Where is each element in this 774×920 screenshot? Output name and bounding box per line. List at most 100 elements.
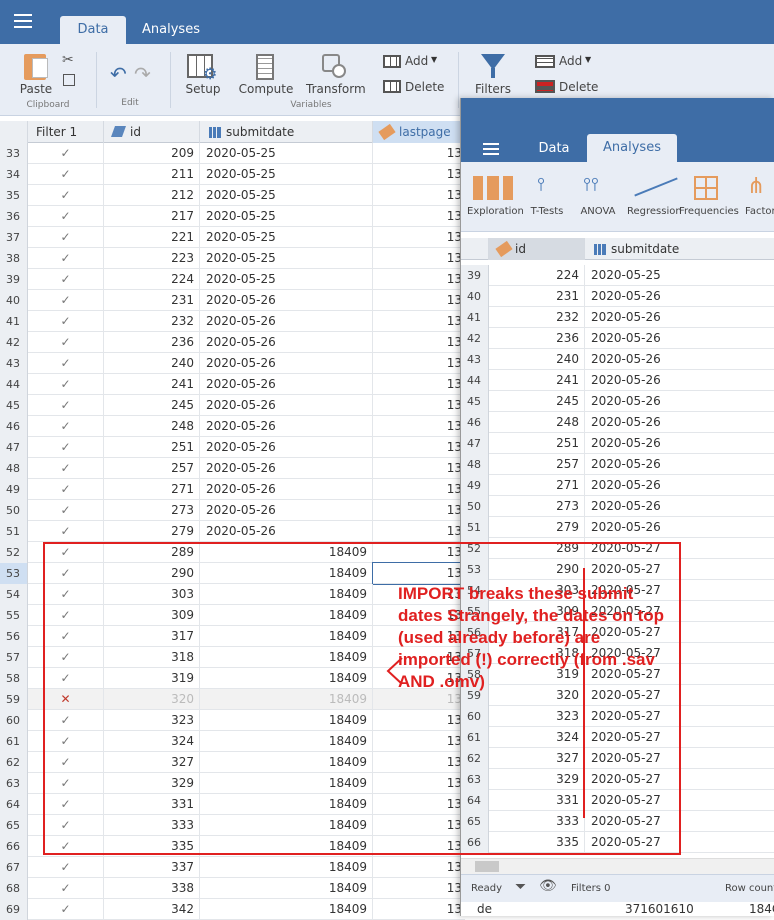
lastpage-cell[interactable]: 13	[373, 143, 465, 164]
paste-button[interactable]: Paste	[18, 82, 54, 96]
id-cell[interactable]: 236	[489, 328, 585, 349]
table-row[interactable]: 48 257 2020-05-26	[461, 454, 774, 475]
id-cell[interactable]: 236	[104, 332, 200, 353]
id-cell[interactable]: 232	[489, 307, 585, 328]
id-cell[interactable]: 279	[104, 521, 200, 542]
tab-data[interactable]: Data	[531, 136, 577, 162]
submitdate-cell[interactable]: 2020-05-26	[200, 332, 373, 353]
lastpage-cell[interactable]: 13	[373, 395, 465, 416]
filter-cell[interactable]: ✓	[28, 185, 104, 206]
submitdate-cell[interactable]: 2020-05-26	[585, 412, 774, 433]
table-row[interactable]: 37 ✓ 221 2020-05-25 13	[0, 227, 465, 248]
table-row[interactable]: 47 ✓ 251 2020-05-26 13	[0, 437, 465, 458]
filter-cell[interactable]: ✓	[28, 878, 104, 899]
filter-cell[interactable]: ✓	[28, 899, 104, 920]
delete-variable-button[interactable]: Delete	[405, 80, 445, 94]
id-cell[interactable]: 251	[104, 437, 200, 458]
table-row[interactable]: 43 240 2020-05-26	[461, 349, 774, 370]
id-cell[interactable]: 224	[489, 265, 585, 286]
submitdate-cell[interactable]: 2020-05-26	[585, 475, 774, 496]
cut-icon[interactable]: ✂	[62, 52, 74, 68]
column-header-filter[interactable]: Filter 1	[28, 121, 104, 143]
id-cell[interactable]: 245	[104, 395, 200, 416]
lastpage-cell[interactable]: 13	[373, 332, 465, 353]
table-row[interactable]: 47 251 2020-05-26	[461, 433, 774, 454]
add-row-button[interactable]: Add	[559, 54, 583, 68]
factor-label[interactable]: Factor	[745, 206, 774, 217]
frequencies-icon[interactable]	[694, 176, 718, 200]
menu-icon[interactable]	[483, 143, 499, 155]
submitdate-cell[interactable]: 18409	[200, 899, 373, 920]
submitdate-cell[interactable]: 2020-05-26	[585, 496, 774, 517]
submitdate-cell[interactable]: 18409	[200, 857, 373, 878]
submitdate-cell[interactable]: 2020-05-25	[200, 206, 373, 227]
filter-cell[interactable]: ✓	[28, 521, 104, 542]
table-row[interactable]: 50 ✓ 273 2020-05-26 13	[0, 500, 465, 521]
filter-cell[interactable]: ✓	[28, 416, 104, 437]
submitdate-cell[interactable]: 2020-05-25	[200, 185, 373, 206]
filter-cell[interactable]: ✓	[28, 248, 104, 269]
filter-cell[interactable]: ✓	[28, 269, 104, 290]
factor-icon[interactable]: ⋔	[747, 174, 765, 199]
filters-button[interactable]: Filters	[472, 82, 514, 96]
filter-cell[interactable]: ✓	[28, 143, 104, 164]
table-row[interactable]: 51 279 2020-05-26	[461, 517, 774, 538]
submitdate-cell[interactable]: 2020-05-26	[200, 395, 373, 416]
filter-cell[interactable]: ✓	[28, 857, 104, 878]
table-row[interactable]: 50 273 2020-05-26	[461, 496, 774, 517]
setup-button[interactable]: Setup	[182, 82, 224, 96]
table-row[interactable]: 33 ✓ 209 2020-05-25 13	[0, 143, 465, 164]
t-tests-icon[interactable]: ⫯	[537, 174, 557, 200]
tab-analyses[interactable]: Analyses	[587, 134, 677, 162]
compute-button[interactable]: Compute	[238, 82, 294, 96]
anova-icon[interactable]: ⫯⫯	[583, 174, 613, 200]
submitdate-cell[interactable]: 2020-05-26	[200, 500, 373, 521]
filter-cell[interactable]: ✓	[28, 479, 104, 500]
undo-icon[interactable]: ↶	[110, 62, 127, 86]
submitdate-cell[interactable]: 2020-05-25	[200, 227, 373, 248]
lastpage-cell[interactable]: 13	[373, 479, 465, 500]
submitdate-cell[interactable]: 2020-05-26	[200, 374, 373, 395]
filter-cell[interactable]: ✓	[28, 500, 104, 521]
copy-icon[interactable]	[63, 74, 75, 86]
id-cell[interactable]: 231	[104, 290, 200, 311]
submitdate-cell[interactable]: 2020-05-26	[200, 458, 373, 479]
lastpage-cell[interactable]: 13	[373, 416, 465, 437]
filter-cell[interactable]: ✓	[28, 437, 104, 458]
filter-cell[interactable]: ✓	[28, 332, 104, 353]
submitdate-cell[interactable]: 2020-05-26	[585, 433, 774, 454]
column-header-submitdate[interactable]: submitdate	[200, 121, 373, 143]
filter-cell[interactable]: ✓	[28, 206, 104, 227]
filter-cell[interactable]: ✓	[28, 311, 104, 332]
table-row[interactable]: 39 ✓ 224 2020-05-25 13	[0, 269, 465, 290]
column-header-submitdate[interactable]: submitdate	[585, 238, 774, 260]
lastpage-cell[interactable]: 13	[373, 269, 465, 290]
id-cell[interactable]: 224	[104, 269, 200, 290]
table-row[interactable]: 42 236 2020-05-26	[461, 328, 774, 349]
table-row[interactable]: 49 ✓ 271 2020-05-26 13	[0, 479, 465, 500]
id-cell[interactable]: 212	[104, 185, 200, 206]
id-cell[interactable]: 223	[104, 248, 200, 269]
filter-cell[interactable]: ✓	[28, 395, 104, 416]
filter-cell[interactable]: ✓	[28, 227, 104, 248]
tab-data[interactable]: Data	[60, 16, 126, 44]
lastpage-cell[interactable]: 13	[373, 500, 465, 521]
id-cell[interactable]: 338	[104, 878, 200, 899]
id-cell[interactable]: 257	[489, 454, 585, 475]
table-row[interactable]: 40 231 2020-05-26	[461, 286, 774, 307]
id-cell[interactable]: 211	[104, 164, 200, 185]
table-row[interactable]: 69 ✓ 342 18409 13	[0, 899, 465, 920]
table-row[interactable]: 35 ✓ 212 2020-05-25 13	[0, 185, 465, 206]
lastpage-cell[interactable]: 13	[373, 164, 465, 185]
submitdate-cell[interactable]: 2020-05-26	[200, 290, 373, 311]
lastpage-cell[interactable]: 13	[373, 899, 465, 920]
table-row[interactable]: 38 ✓ 223 2020-05-25 13	[0, 248, 465, 269]
table-row[interactable]: 36 ✓ 217 2020-05-25 13	[0, 206, 465, 227]
filter-cell[interactable]: ✓	[28, 290, 104, 311]
filter-cell[interactable]: ✓	[28, 164, 104, 185]
lastpage-cell[interactable]: 13	[373, 458, 465, 479]
table-row[interactable]: 40 ✓ 231 2020-05-26 13	[0, 290, 465, 311]
lastpage-cell[interactable]: 13	[373, 374, 465, 395]
table-row[interactable]: 42 ✓ 236 2020-05-26 13	[0, 332, 465, 353]
lastpage-cell[interactable]: 13	[373, 878, 465, 899]
